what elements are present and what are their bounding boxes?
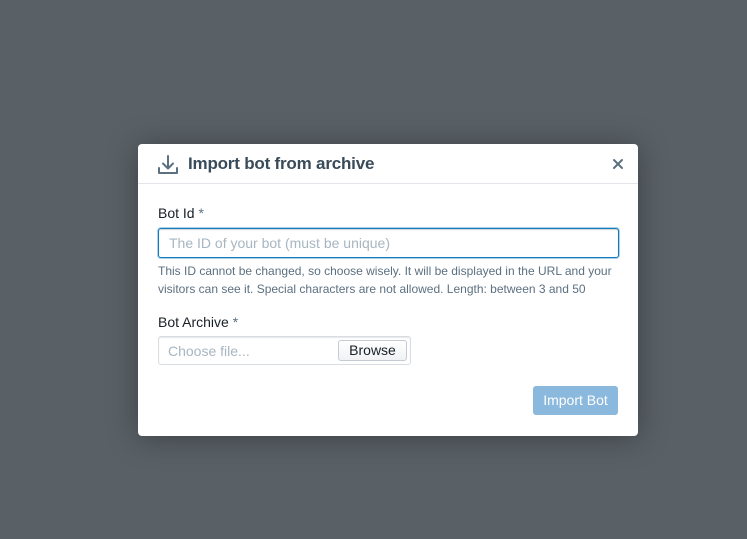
bot-archive-label-text: Bot Archive [158,314,229,330]
import-bot-dialog: Import bot from archive Bot Id * This ID… [138,144,638,436]
dialog-header: Import bot from archive [138,144,638,184]
bot-archive-file-input[interactable]: Choose file... Browse [158,336,411,365]
required-marker: * [198,205,204,221]
required-marker: * [232,314,239,330]
bot-id-label-text: Bot Id [158,205,195,221]
close-icon[interactable] [610,156,626,172]
import-bot-button[interactable]: Import Bot [533,386,618,415]
dialog-title: Import bot from archive [188,154,375,173]
download-icon [158,155,178,174]
bot-id-helper-text: This ID cannot be changed, so choose wis… [158,264,612,296]
browse-button[interactable]: Browse [338,340,407,361]
bot-id-input[interactable] [158,228,619,258]
bot-id-label: Bot Id * [158,205,204,221]
file-input-placeholder: Choose file... [168,343,250,359]
bot-archive-label: Bot Archive * [158,314,238,330]
